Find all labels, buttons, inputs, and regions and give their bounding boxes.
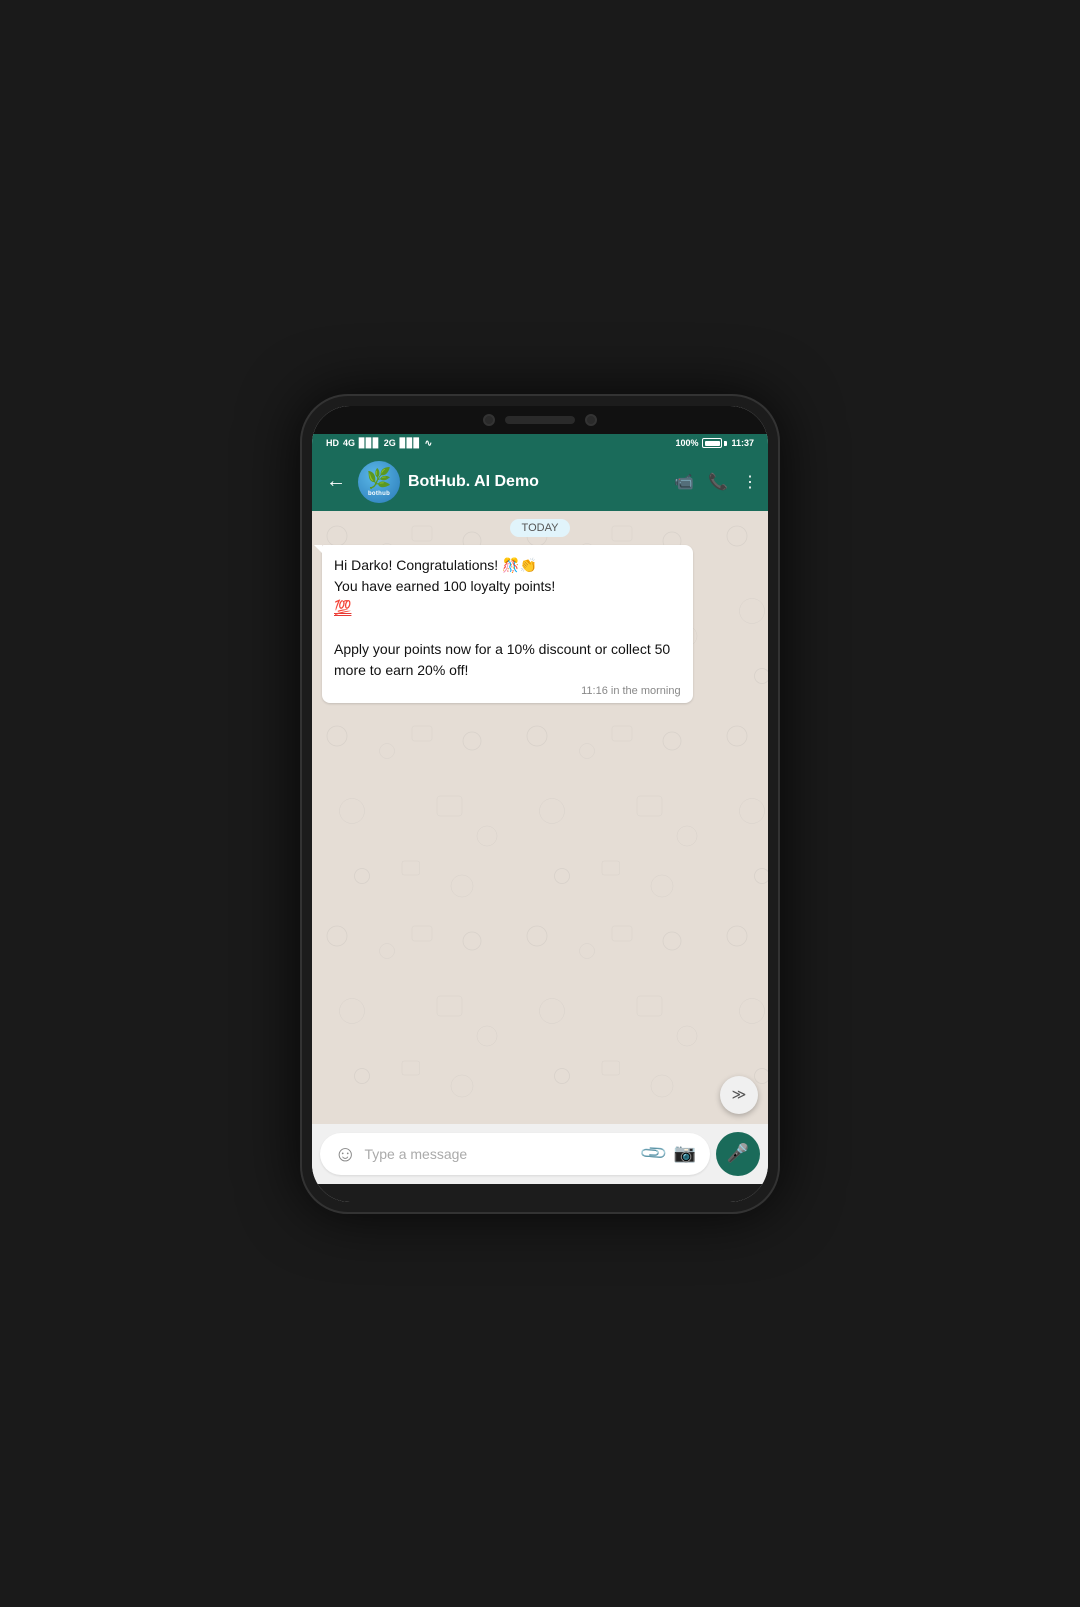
battery-body (702, 438, 722, 448)
status-bar: HD 4G ▊▊▊ 2G ▊▊▊ ∿ 100% 11:37 (312, 434, 768, 453)
message-input[interactable]: Type a message (364, 1146, 635, 1162)
contact-name: BotHub. AI Demo (408, 473, 666, 491)
chat-input-area: ☺ Type a message 📎 📷 🎤 (312, 1124, 768, 1184)
network-2g: 2G (384, 438, 396, 448)
battery-tip (724, 441, 727, 446)
contact-avatar[interactable]: 🌿 bothub (358, 461, 400, 503)
message-bubble: Hi Darko! Congratulations! 🎊👏 You have e… (322, 545, 693, 703)
hd-indicator: HD (326, 438, 339, 448)
hundred-emoji: 💯 (334, 599, 351, 615)
status-right: 100% 11:37 (675, 438, 754, 448)
signal-bars-1: ▊▊▊ (359, 438, 380, 449)
battery-icon (702, 438, 727, 448)
battery-percent: 100% (675, 438, 698, 448)
chevron-down-icon: ≫ (732, 1086, 747, 1103)
camera-button[interactable]: 📷 (674, 1143, 696, 1164)
message-input-box[interactable]: ☺ Type a message 📎 📷 (320, 1133, 710, 1175)
scroll-down-button[interactable]: ≫ (720, 1076, 758, 1114)
header-actions: 📹 📞 ⋮ (674, 472, 758, 492)
camera-notch-right (585, 414, 597, 426)
mic-icon: 🎤 (727, 1143, 749, 1164)
avatar-logo: 🌿 (367, 466, 392, 491)
voice-call-button[interactable]: 📞 (708, 472, 728, 492)
back-button[interactable]: ← (322, 468, 350, 495)
phone-screen: HD 4G ▊▊▊ 2G ▊▊▊ ∿ 100% 11:37 ← (312, 406, 768, 1202)
phone-frame: HD 4G ▊▊▊ 2G ▊▊▊ ∿ 100% 11:37 ← (300, 394, 780, 1214)
date-badge: TODAY (510, 519, 571, 537)
message-timestamp: 11:16 in the morning (334, 685, 681, 697)
attach-button[interactable]: 📎 (639, 1138, 670, 1169)
speaker (505, 416, 575, 424)
time-display: 11:37 (731, 438, 754, 448)
battery-fill (705, 441, 720, 446)
menu-button[interactable]: ⋮ (742, 472, 758, 492)
avatar-inner: 🌿 bothub (358, 461, 400, 503)
status-left: HD 4G ▊▊▊ 2G ▊▊▊ ∿ (326, 438, 432, 449)
emoji-button[interactable]: ☺ (334, 1141, 356, 1167)
message-list: Hi Darko! Congratulations! 🎊👏 You have e… (312, 541, 768, 711)
message-line2: You have earned 100 loyalty points! (334, 578, 555, 594)
phone-notch (312, 406, 768, 434)
contact-info: BotHub. AI Demo (408, 473, 666, 491)
message-line3: Apply your points now for a 10% discount… (334, 641, 670, 678)
phone-bottom-bar (312, 1184, 768, 1202)
chat-header: ← 🌿 bothub BotHub. AI Demo 📹 📞 ⋮ (312, 453, 768, 511)
signal-bars-2: ▊▊▊ (400, 438, 421, 449)
wifi-icon: ∿ (425, 438, 433, 449)
chat-body: TODAY Hi Darko! Congratulations! 🎊👏 You … (312, 511, 768, 1124)
date-badge-container: TODAY (312, 511, 768, 541)
message-line1: Hi Darko! Congratulations! 🎊👏 (334, 557, 537, 573)
camera-notch (483, 414, 495, 426)
video-call-button[interactable]: 📹 (674, 472, 694, 492)
message-text: Hi Darko! Congratulations! 🎊👏 You have e… (334, 555, 681, 681)
network-4g: 4G (343, 438, 355, 448)
mic-button[interactable]: 🎤 (716, 1132, 760, 1176)
